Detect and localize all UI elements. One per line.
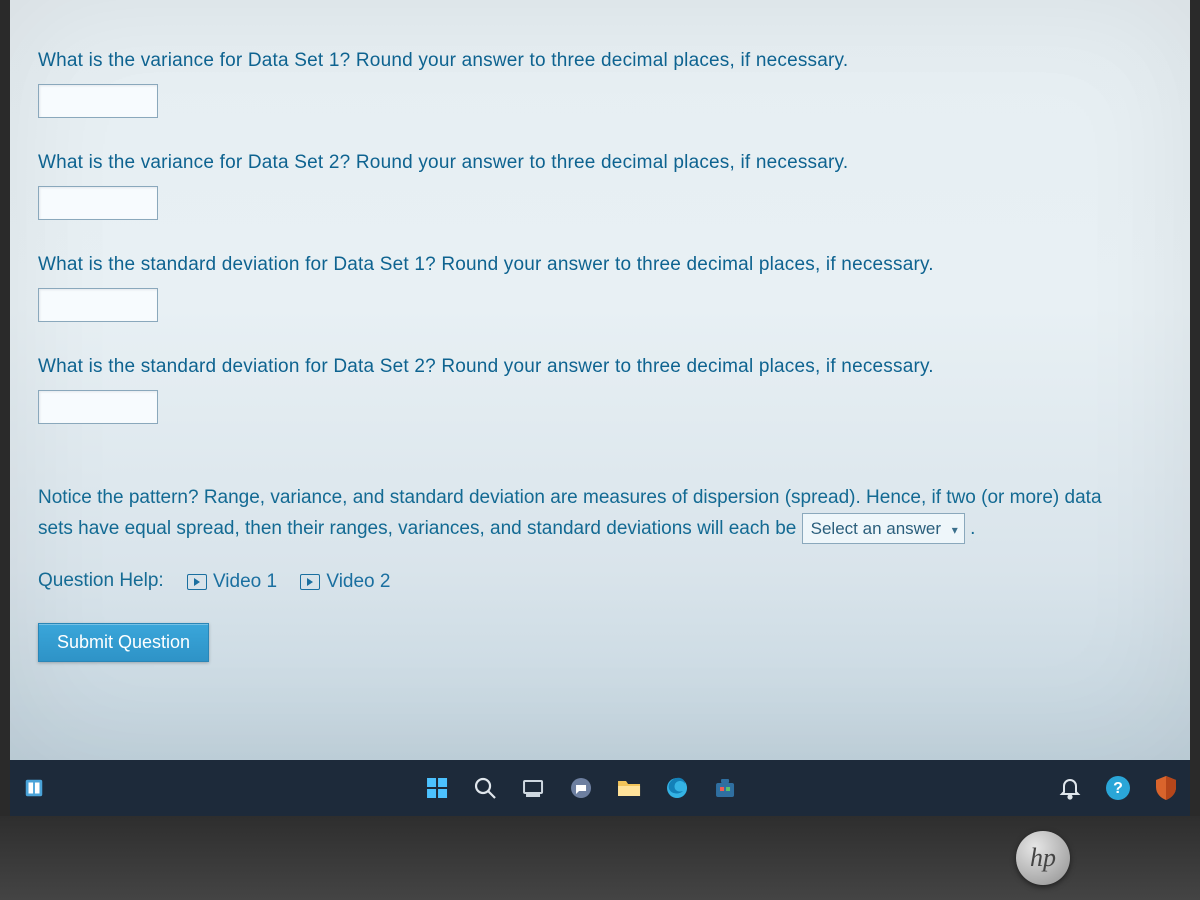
question-2-input[interactable]	[38, 186, 158, 220]
start-icon[interactable]	[423, 774, 451, 802]
svg-text:?: ?	[1113, 780, 1123, 797]
notification-bell-icon[interactable]	[1056, 774, 1084, 802]
play-icon	[187, 574, 207, 590]
task-view-icon[interactable]	[519, 774, 547, 802]
quiz-content-area: What is the variance for Data Set 1? Rou…	[10, 0, 1190, 760]
pattern-answer-select[interactable]: Select an answer ▾	[802, 513, 965, 545]
video-1-link[interactable]: Video 1	[187, 571, 277, 593]
play-icon	[300, 574, 320, 590]
explanation-paragraph: Notice the pattern? Range, variance, and…	[38, 484, 1138, 544]
question-3-prompt: What is the standard deviation for Data …	[38, 254, 1162, 276]
question-help-label: Question Help:	[38, 570, 164, 591]
question-4-input[interactable]	[38, 390, 158, 424]
select-placeholder-text: Select an answer	[811, 519, 941, 538]
laptop-screen: What is the variance for Data Set 1? Rou…	[0, 0, 1200, 900]
question-4-prompt: What is the standard deviation for Data …	[38, 356, 1162, 378]
security-shield-icon[interactable]	[1152, 774, 1180, 802]
chat-icon[interactable]	[567, 774, 595, 802]
question-2-prompt: What is the variance for Data Set 2? Rou…	[38, 152, 1162, 174]
video-1-label: Video 1	[213, 571, 277, 593]
hp-logo: hp	[1016, 831, 1070, 885]
file-explorer-icon[interactable]	[615, 774, 643, 802]
help-icon[interactable]: ?	[1104, 774, 1132, 802]
question-1-input[interactable]	[38, 84, 158, 118]
question-1-prompt: What is the variance for Data Set 1? Rou…	[38, 50, 1162, 72]
windows-taskbar: ?	[10, 760, 1190, 816]
submit-question-button[interactable]: Submit Question	[38, 623, 209, 662]
edge-browser-icon[interactable]	[663, 774, 691, 802]
video-2-label: Video 2	[326, 571, 390, 593]
question-help-row: Question Help: Video 1 Video 2	[38, 570, 1162, 593]
question-3-input[interactable]	[38, 288, 158, 322]
store-icon[interactable]	[711, 774, 739, 802]
laptop-bezel: hp	[0, 816, 1200, 900]
chevron-down-icon: ▾	[952, 521, 958, 539]
search-icon[interactable]	[471, 774, 499, 802]
explanation-text-2: .	[970, 517, 975, 538]
hp-logo-text: hp	[1030, 843, 1056, 873]
pinned-app-icon[interactable]	[20, 774, 48, 802]
video-2-link[interactable]: Video 2	[300, 571, 390, 593]
